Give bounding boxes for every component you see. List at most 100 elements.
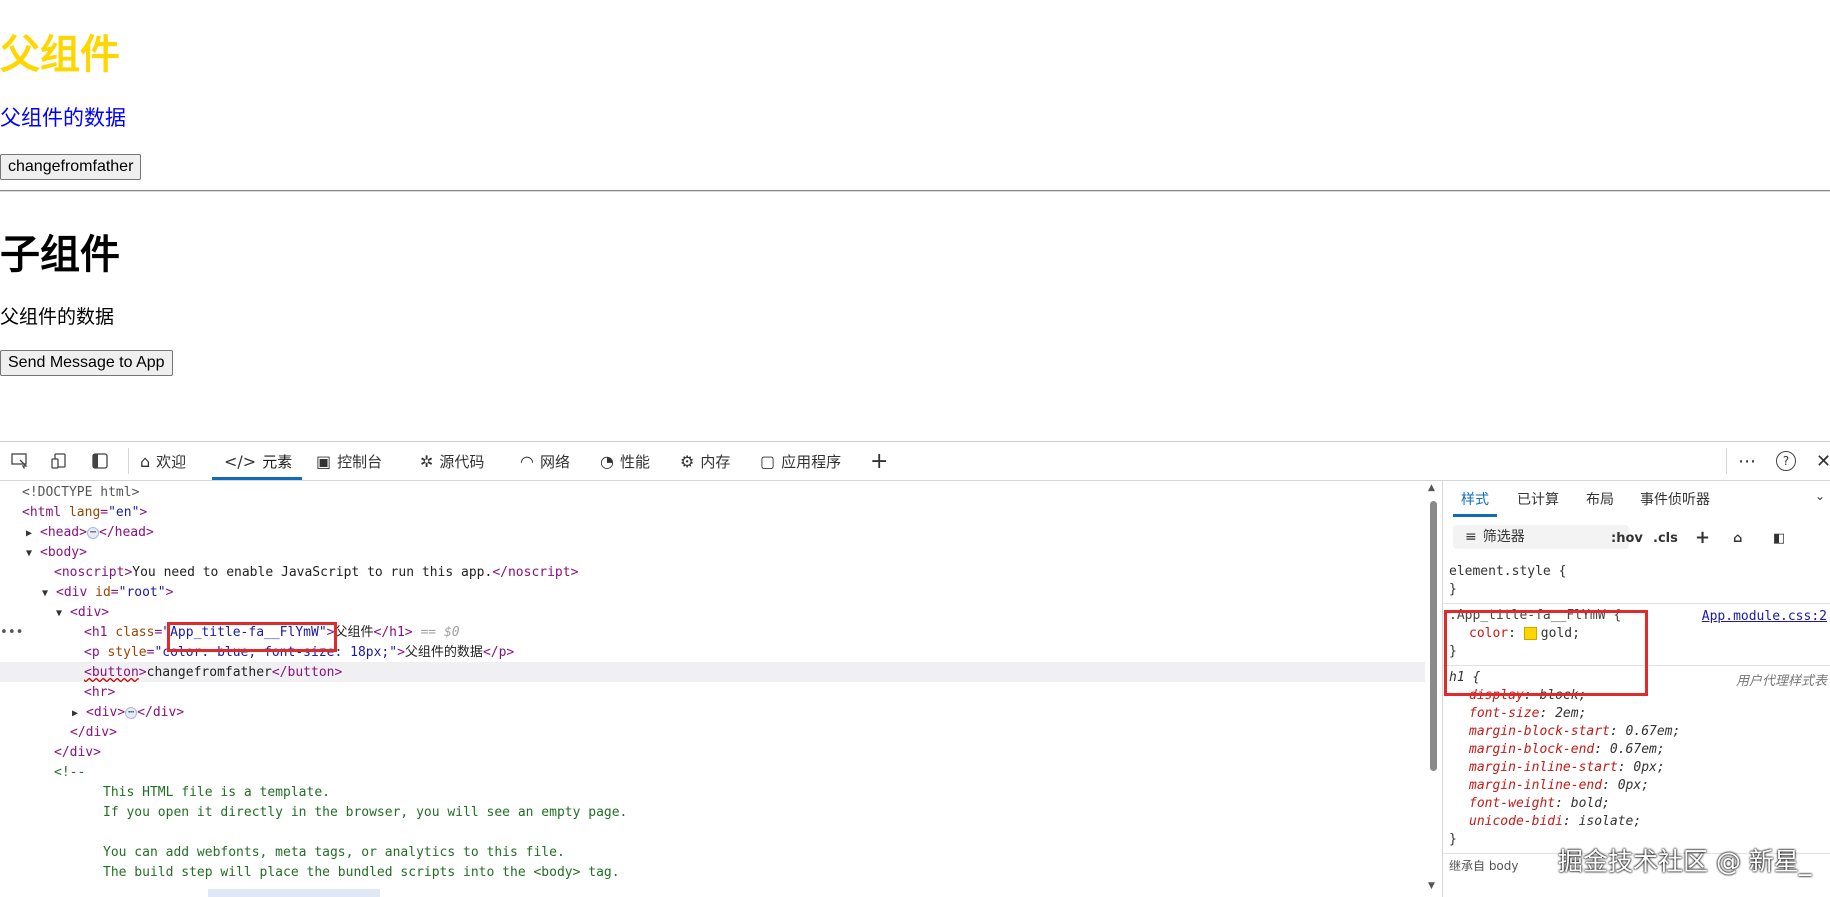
bug-icon: ✲ <box>420 451 434 471</box>
dom-scrollbar[interactable]: ▲ ▼ <box>1426 481 1440 897</box>
tab-elements[interactable]: </> 元素 <box>224 442 292 480</box>
send-message-button[interactable]: Send Message to App <box>0 350 173 376</box>
console-icon: ▣ <box>316 451 332 471</box>
tab-application[interactable]: ▢ 应用程序 <box>760 442 841 480</box>
comment-line: The build step will place the bundled sc… <box>103 865 620 880</box>
watermark: 掘金技术社区 @ 新星_ <box>1558 847 1812 876</box>
tab-sources[interactable]: ✲ 源代码 <box>420 442 484 480</box>
comment-line: This HTML file is a template. <box>103 785 330 800</box>
highlight-box <box>1444 610 1648 696</box>
doctype-node[interactable]: <!DOCTYPE html> <box>22 483 139 503</box>
inspect-element-icon[interactable] <box>10 451 30 471</box>
paint-brush-icon[interactable]: ⌂ <box>1733 531 1742 546</box>
plus-icon: + <box>870 448 889 474</box>
collapse-triangle-icon[interactable]: ▼ <box>42 584 56 604</box>
scroll-up-icon[interactable]: ▲ <box>1428 483 1435 493</box>
change-from-father-button[interactable]: changefromfather <box>0 154 142 180</box>
tab-label: 应用程序 <box>781 452 842 471</box>
tab-welcome[interactable]: ⌂ 欢迎 <box>140 442 186 480</box>
scroll-down-icon[interactable]: ▼ <box>1428 881 1435 891</box>
comment-line: If you open it directly in the browser, … <box>103 805 628 820</box>
tab-label: 欢迎 <box>156 452 187 471</box>
hr-node[interactable]: <hr> <box>84 683 115 703</box>
tab-label: 内存 <box>700 452 731 471</box>
filter-icon: ≡ <box>1465 529 1477 545</box>
ua-source: 用户代理样式表 <box>1735 674 1827 689</box>
add-tab-button[interactable]: + <box>870 442 888 480</box>
collapse-triangle-icon[interactable]: ▼ <box>26 544 40 564</box>
toolbar-separator <box>128 448 129 474</box>
expand-triangle-icon[interactable]: ▶ <box>26 524 40 544</box>
filter-input[interactable]: ≡ 筛选器 <box>1453 525 1629 549</box>
child-div-node[interactable]: ▶ <div> ⋯ </div> <box>72 703 184 723</box>
gauge-icon: ◔ <box>600 451 614 471</box>
app-div-node[interactable]: ▼ <div> <box>56 603 109 623</box>
device-emulation-icon[interactable] <box>50 451 70 471</box>
highlight-box <box>167 622 337 652</box>
html-node[interactable]: <html lang="en"> <box>22 503 147 523</box>
ellipsis-icon[interactable]: ⋯ <box>86 526 99 539</box>
rule-source-link[interactable]: App.module.css:2 <box>1702 609 1827 624</box>
expand-triangle-icon[interactable]: ▶ <box>72 704 86 724</box>
comment-open[interactable]: <!-- <box>54 763 85 783</box>
home-icon: ⌂ <box>140 451 151 471</box>
devtools-panel: ⌂ 欢迎 </> 元素 ▣ 控制台 ✲ 源代码 ◠ 网络 ◔ 性能 ⚙ 内存 ▢ 应用程序 + … <box>0 441 1830 897</box>
styles-tabs: 样式 已计算 布局 事件侦听器 ⌄ <box>1443 481 1830 517</box>
node-actions-icon[interactable]: ••• <box>0 623 23 643</box>
page-preview: 父组件 父组件的数据 changefromfather 子组件 父组件的数据 S… <box>0 0 1830 441</box>
tab-label: 源代码 <box>439 452 485 471</box>
tab-label: 元素 <box>262 452 293 471</box>
inherited-header: 继承自 body <box>1449 859 1519 873</box>
scroll-thumb[interactable] <box>1430 501 1437 771</box>
ua-property: font-weight: bold; <box>1469 796 1610 811</box>
tab-memory[interactable]: ⚙ 内存 <box>680 442 730 480</box>
root-div-node[interactable]: ▼ <div id="root"> <box>42 583 173 603</box>
new-rule-icon[interactable]: + <box>1695 527 1710 548</box>
cls-toggle[interactable]: .cls <box>1653 531 1678 546</box>
tab-styles[interactable]: 样式 <box>1461 489 1489 509</box>
dom-tree: <!DOCTYPE html> <html lang="en"> ▶ <head>… <box>0 481 1440 897</box>
devtools-tabbar: ⌂ 欢迎 </> 元素 ▣ 控制台 ✲ 源代码 ◠ 网络 ◔ 性能 ⚙ 内存 ▢ 应用程序 + … <box>0 442 1830 481</box>
toolbar-separator <box>1726 448 1727 474</box>
tab-performance[interactable]: ◔ 性能 <box>600 442 650 480</box>
wifi-icon: ◠ <box>520 451 534 471</box>
tab-network[interactable]: ◠ 网络 <box>520 442 570 480</box>
ua-property: margin-inline-end: 0px; <box>1469 778 1650 793</box>
child-text: 父组件的数据 <box>0 306 115 328</box>
body-node[interactable]: ▼ <body> <box>26 543 87 563</box>
divider <box>0 190 1830 192</box>
rule-close-brace: } <box>1449 582 1457 597</box>
styles-filter-bar: ≡ 筛选器 :hov .cls + ⌂ ◧ <box>1443 519 1830 555</box>
button-node[interactable]: <button>changefromfather</button> <box>84 663 342 683</box>
collapse-triangle-icon[interactable]: ▼ <box>56 604 70 624</box>
tab-computed[interactable]: 已计算 <box>1517 489 1559 509</box>
father-text: 父组件的数据 <box>0 106 126 130</box>
close-devtools-button[interactable]: ✕ <box>1816 442 1830 480</box>
tab-layout[interactable]: 布局 <box>1586 489 1614 509</box>
noscript-node[interactable]: <noscript>You need to enable JavaScript … <box>54 563 578 583</box>
root-div-close: </div> <box>54 745 101 760</box>
chip-icon: ⚙ <box>680 451 695 471</box>
chevron-down-icon[interactable]: ⌄ <box>1815 489 1825 503</box>
ua-property: unicode-bidi: isolate; <box>1469 814 1642 829</box>
ua-property: font-size: 2em; <box>1469 706 1587 721</box>
ellipsis-icon[interactable]: ⋯ <box>125 706 138 719</box>
child-title: 子组件 <box>0 232 120 278</box>
head-node[interactable]: ▶ <head> ⋯ </head> <box>26 523 154 543</box>
tab-console[interactable]: ▣ 控制台 <box>316 442 382 480</box>
ua-property: margin-inline-start: 0px; <box>1469 760 1665 775</box>
toggle-sidebar-icon[interactable]: ◧ <box>1773 531 1785 546</box>
active-tab-indicator <box>212 477 302 480</box>
more-icon: ⋯ <box>1738 450 1756 472</box>
hov-toggle[interactable]: :hov <box>1611 531 1643 546</box>
active-tab-indicator <box>1453 514 1497 517</box>
dock-side-icon[interactable] <box>90 451 110 471</box>
rule-divider <box>1443 603 1830 604</box>
more-tools-button[interactable]: ⋯ <box>1738 442 1756 480</box>
ua-property: margin-block-start: 0.67em; <box>1469 724 1681 739</box>
help-button[interactable]: ? <box>1776 442 1796 480</box>
element-style-rule[interactable]: element.style { <box>1449 563 1566 581</box>
tab-event-listeners[interactable]: 事件侦听器 <box>1640 489 1710 509</box>
code-icon: </> <box>224 451 257 471</box>
tab-label: 网络 <box>539 452 570 471</box>
